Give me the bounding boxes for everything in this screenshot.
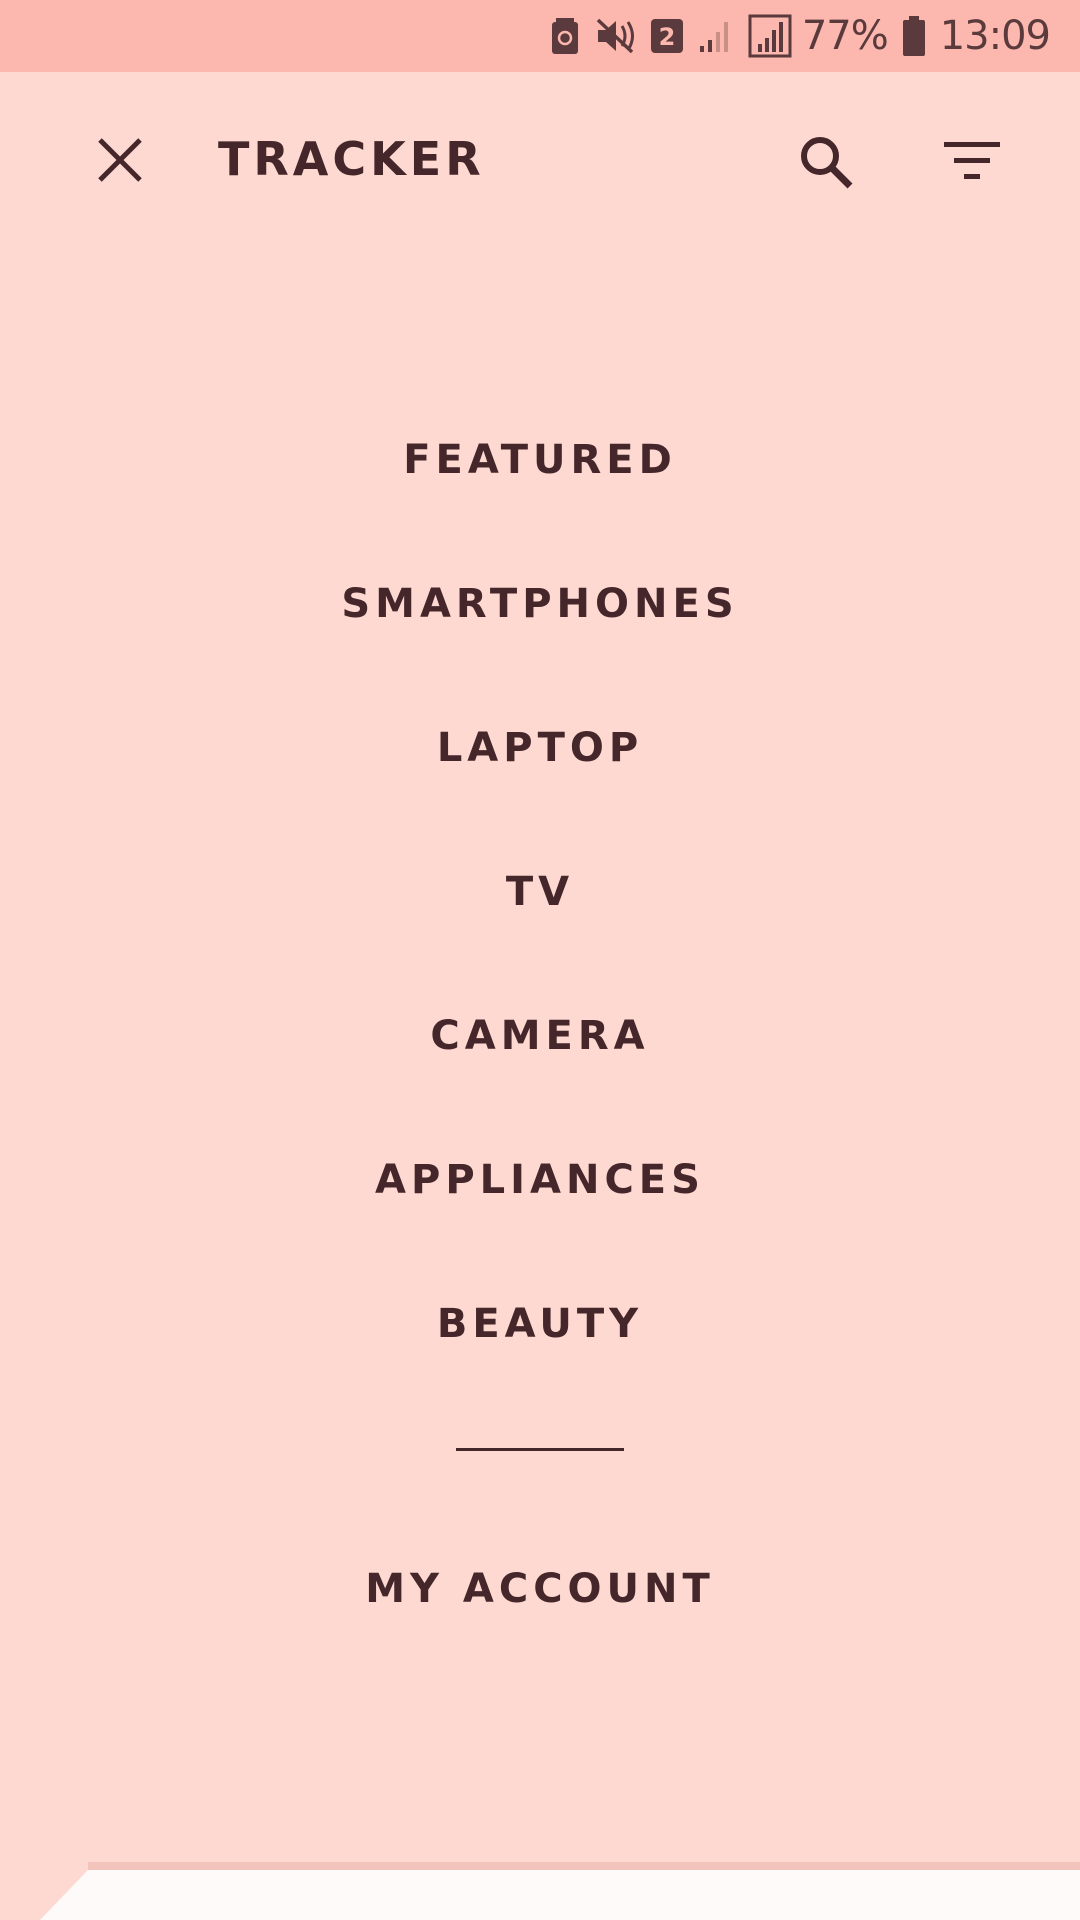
filter-icon: [944, 142, 1000, 179]
menu-item-beauty[interactable]: BEAUTY: [190, 1252, 890, 1396]
battery-icon: [902, 14, 926, 58]
search-button[interactable]: [786, 122, 866, 202]
sheet-shadow: [88, 1862, 1080, 1870]
sheet-cut-corner: [40, 1870, 88, 1920]
status-bar: 2 77% 13:09: [0, 0, 1080, 72]
menu-item-laptop[interactable]: LAPTOP: [190, 676, 890, 820]
menu-divider: [456, 1448, 624, 1451]
signal-strong-icon: [748, 14, 792, 58]
signal-weak-icon: [698, 14, 734, 58]
menu-item-featured[interactable]: FEATURED: [190, 388, 890, 532]
menu-item-smartphones[interactable]: SMARTPHONES: [190, 532, 890, 676]
app-title: TRACKER: [218, 132, 485, 186]
toolbar: TRACKER: [0, 72, 1080, 242]
backdrop-front-layer[interactable]: [0, 1862, 1080, 1920]
mute-icon: [594, 14, 636, 58]
clock: 13:09: [939, 13, 1051, 59]
category-menu: FEATURED SMARTPHONES LAPTOP TV CAMERA AP…: [0, 388, 1080, 1661]
menu-item-appliances[interactable]: APPLIANCES: [190, 1108, 890, 1252]
menu-item-camera[interactable]: CAMERA: [190, 964, 890, 1108]
menu-item-tv[interactable]: TV: [190, 820, 890, 964]
sim-badge-number: 2: [658, 23, 675, 51]
close-icon: [98, 138, 142, 182]
sheet-body: [88, 1870, 1080, 1920]
filter-button[interactable]: [932, 122, 1012, 202]
close-button[interactable]: [80, 120, 160, 200]
sim-2-icon: 2: [650, 14, 684, 58]
battery-saver-icon: [550, 14, 580, 58]
search-icon: [801, 137, 853, 189]
menu-item-my-account[interactable]: MY ACCOUNT: [190, 1517, 890, 1661]
battery-percent: 77%: [801, 13, 889, 59]
